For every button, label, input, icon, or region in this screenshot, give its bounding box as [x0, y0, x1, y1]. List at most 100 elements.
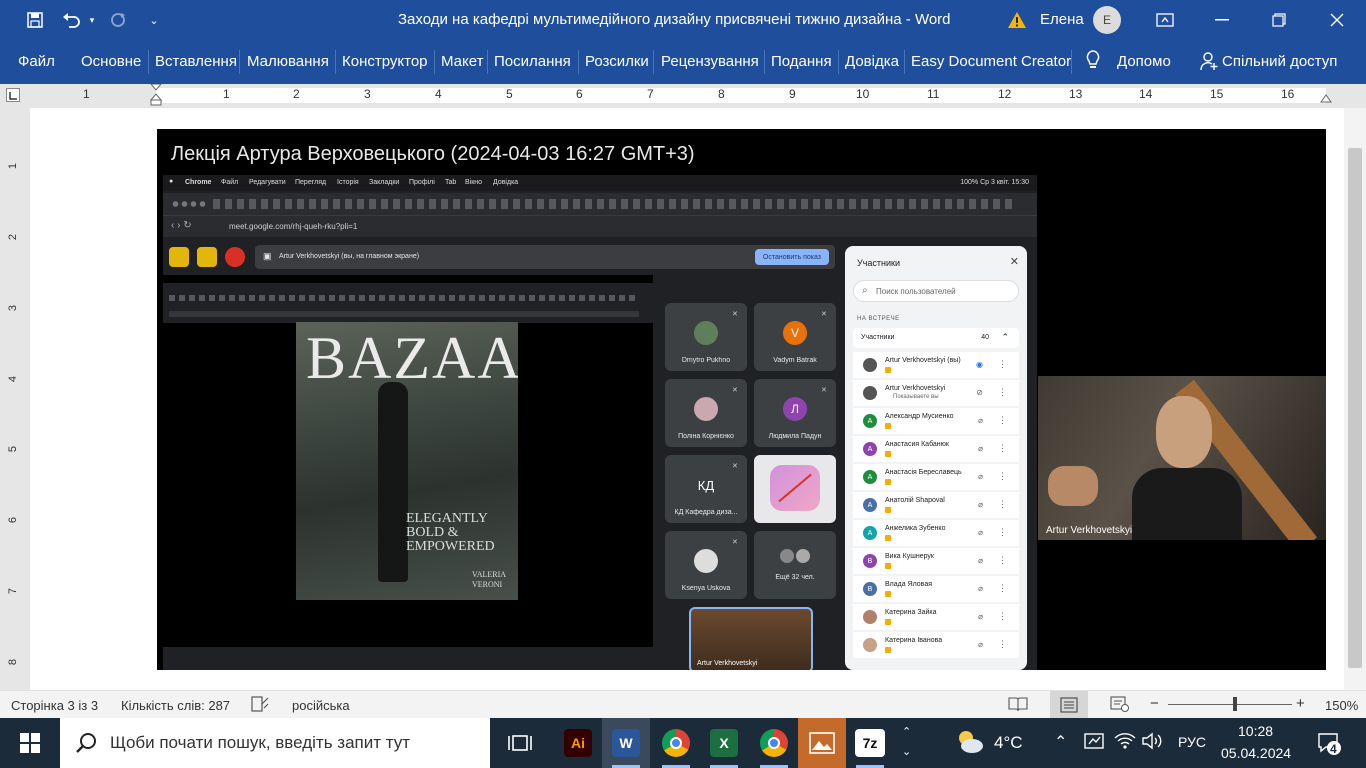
- tab-draw[interactable]: Малювання: [247, 53, 329, 70]
- tab-view[interactable]: Подання: [771, 53, 832, 70]
- undo-icon[interactable]: [58, 8, 84, 32]
- chevron-up-icon[interactable]: ⌃: [1054, 732, 1067, 752]
- ruler-number: 6: [576, 87, 583, 101]
- mac-menu-item: Вікно: [465, 179, 483, 186]
- taskbar-search[interactable]: Щоби почати пошук, введіть запит тут: [60, 718, 490, 768]
- input-language[interactable]: РУС: [1178, 734, 1206, 750]
- embedded-screenshot[interactable]: Лекція Артура Верховецького (2024-04-03 …: [157, 129, 1326, 670]
- taskbar: Щоби почати пошук, введіть запит тут Ai …: [0, 718, 1366, 768]
- mic-off-icon: ⌀: [978, 416, 983, 425]
- inner-tabs: [169, 295, 639, 301]
- host-badge: [885, 647, 891, 653]
- notification-icon[interactable]: [1316, 730, 1342, 761]
- save-icon[interactable]: [22, 8, 48, 32]
- tab-help[interactable]: Довідка: [845, 53, 899, 70]
- 7zip-icon[interactable]: 7z: [846, 718, 894, 768]
- tab-review[interactable]: Рецензування: [661, 53, 759, 70]
- avatar: Л: [783, 397, 807, 421]
- chrome-icon[interactable]: [652, 718, 700, 768]
- tab-layout[interactable]: Макет: [441, 53, 483, 70]
- word-count[interactable]: Кількість слів: 287: [121, 698, 230, 713]
- ruler-number: 2: [293, 87, 300, 101]
- tab-divider: [838, 50, 839, 74]
- ruler-number: 5: [506, 87, 513, 101]
- clock-time[interactable]: 10:28: [1238, 723, 1273, 739]
- volume-icon[interactable]: [1142, 732, 1164, 755]
- chrome-profile-icon[interactable]: [750, 718, 798, 768]
- avatar: [863, 386, 877, 400]
- clock-date[interactable]: 05.04.2024: [1221, 745, 1291, 761]
- warning-icon[interactable]: [1006, 8, 1028, 32]
- indent-marker-icon[interactable]: [149, 83, 163, 111]
- user-name[interactable]: Елена: [1040, 11, 1084, 28]
- ruler-number: 3: [7, 304, 20, 312]
- host-badge: [885, 479, 891, 485]
- avatar: [863, 610, 877, 624]
- nav-arrows-icon: ‹ › ↻: [171, 220, 192, 231]
- minimize-icon[interactable]: [1199, 0, 1245, 40]
- task-view-icon[interactable]: [496, 718, 544, 768]
- read-mode-icon[interactable]: [1008, 696, 1028, 715]
- status-bar: Сторінка 3 із 3 Кількість слів: 287 росі…: [0, 690, 1366, 718]
- tab-selector-icon[interactable]: [6, 88, 20, 102]
- magazine-title: BAZAAR: [306, 325, 518, 391]
- close-icon[interactable]: [1314, 0, 1360, 40]
- host-badge: [885, 619, 891, 625]
- document-language[interactable]: російська: [292, 698, 350, 713]
- ruler-number: 14: [1139, 87, 1153, 101]
- more-icon: ⋮: [998, 359, 1007, 369]
- customize-toolbar-icon[interactable]: ⌄: [146, 8, 162, 32]
- avatar: [796, 549, 810, 563]
- weather-icon[interactable]: [954, 728, 986, 761]
- windows-start-icon[interactable]: [6, 718, 54, 768]
- mic-off-icon: ✕: [732, 463, 738, 470]
- zoom-out-icon[interactable]: −: [1150, 695, 1159, 712]
- stop-presenting-button: Остановить показ: [754, 249, 829, 265]
- word-icon[interactable]: W: [602, 718, 650, 768]
- search-placeholder: Поиск пользователей: [876, 287, 956, 296]
- proofing-icon[interactable]: [251, 696, 269, 715]
- temperature[interactable]: 4°C: [994, 733, 1023, 753]
- zoom-slider[interactable]: [1168, 704, 1292, 705]
- tab-easy-document-creator[interactable]: Easy Document Creator: [911, 53, 1071, 70]
- tab-mailings[interactable]: Розсилки: [585, 53, 649, 70]
- participant-tile: ✕ Ksenya Uskova: [665, 531, 747, 599]
- vertical-scrollbar[interactable]: [1344, 108, 1366, 690]
- mac-menu-item: Довідка: [493, 179, 519, 186]
- more-icon: ⋮: [998, 443, 1007, 453]
- zoom-slider-thumb[interactable]: [1233, 697, 1237, 711]
- more-icon: ⋮: [998, 639, 1007, 649]
- tab-divider: [904, 50, 905, 74]
- lightbulb-icon[interactable]: [1084, 49, 1102, 75]
- tile-name: Ещё 32 чел.: [775, 574, 815, 581]
- wifi-icon[interactable]: [1114, 732, 1136, 755]
- illustrator-icon[interactable]: Ai: [554, 718, 602, 768]
- excel-icon[interactable]: X: [700, 718, 748, 768]
- page-count[interactable]: Сторінка 3 із 3: [11, 698, 98, 713]
- tab-references[interactable]: Посилання: [494, 53, 571, 70]
- help-search[interactable]: Допомо: [1117, 53, 1171, 70]
- network-monitor-icon[interactable]: [1084, 732, 1104, 755]
- restore-icon[interactable]: [1256, 0, 1302, 40]
- avatar[interactable]: Е: [1093, 6, 1121, 34]
- print-layout-button[interactable]: [1050, 691, 1088, 718]
- tab-design[interactable]: Конструктор: [342, 53, 428, 70]
- photos-icon[interactable]: [798, 718, 846, 768]
- right-indent-marker-icon[interactable]: [1320, 90, 1332, 108]
- tab-insert[interactable]: Вставлення: [155, 53, 237, 70]
- zoom-in-icon[interactable]: +: [1296, 695, 1305, 712]
- tab-divider: [578, 50, 579, 74]
- taskbar-scroll-icon[interactable]: ⌃ ⌄: [902, 722, 911, 762]
- tab-file[interactable]: Файл: [18, 53, 55, 70]
- ribbon-display-icon[interactable]: [1142, 0, 1188, 40]
- tab-divider: [764, 50, 765, 74]
- web-layout-icon[interactable]: [1110, 696, 1130, 715]
- redo-icon[interactable]: [106, 8, 130, 32]
- share-icon[interactable]: [1200, 51, 1218, 75]
- undo-dropdown-icon[interactable]: ▾: [86, 8, 98, 32]
- tab-home[interactable]: Основне: [81, 53, 141, 70]
- notification-count[interactable]: 4: [1330, 742, 1337, 756]
- share-button[interactable]: Спільний доступ: [1222, 53, 1337, 70]
- scroll-thumb[interactable]: [1348, 148, 1362, 668]
- zoom-level[interactable]: 150%: [1325, 698, 1358, 713]
